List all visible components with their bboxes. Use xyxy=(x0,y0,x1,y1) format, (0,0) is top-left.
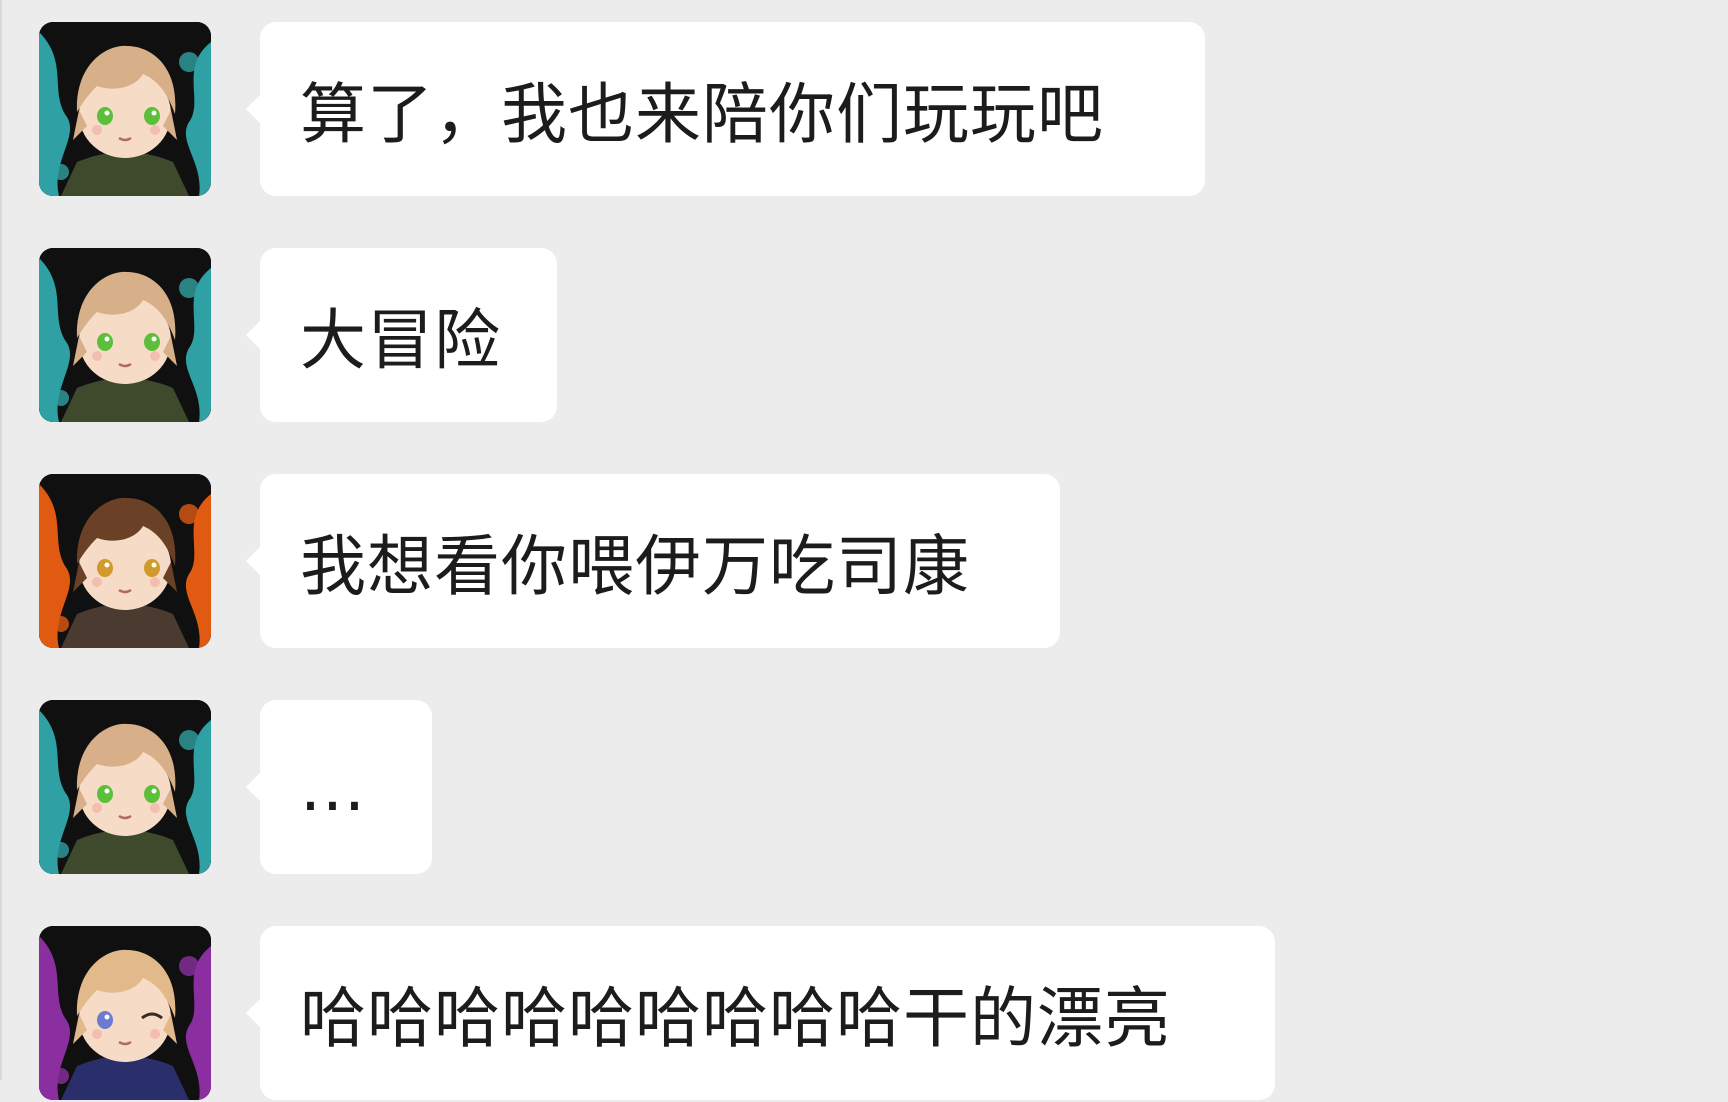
chat-message: 哈哈哈哈哈哈哈哈哈干的漂亮 xyxy=(0,926,1728,1102)
chat-message: ... xyxy=(0,700,1728,876)
chat-message-list[interactable]: 算了，我也来陪你们玩玩吧 大冒险 我想看你喂伊万吃司康 ... 哈哈哈哈哈哈哈哈… xyxy=(0,0,1728,1100)
avatar-green-eyed-character-icon[interactable] xyxy=(39,700,211,874)
message-bubble[interactable]: 哈哈哈哈哈哈哈哈哈干的漂亮 xyxy=(246,926,1275,1100)
avatar-brown-haired-character-icon[interactable] xyxy=(39,474,211,648)
chat-message: 我想看你喂伊万吃司康 xyxy=(0,474,1728,650)
avatar-green-eyed-character-icon[interactable] xyxy=(39,248,211,422)
message-text: ... xyxy=(300,748,366,826)
chat-message: 大冒险 xyxy=(0,248,1728,424)
message-text: 我想看你喂伊万吃司康 xyxy=(300,528,970,605)
message-text: 算了，我也来陪你们玩玩吧 xyxy=(300,76,1104,153)
message-bubble[interactable]: 我想看你喂伊万吃司康 xyxy=(246,474,1060,648)
message-bubble[interactable]: ... xyxy=(246,700,432,874)
message-bubble[interactable]: 算了，我也来陪你们玩玩吧 xyxy=(246,22,1205,196)
avatar-green-eyed-character-icon[interactable] xyxy=(39,22,211,196)
chat-message: 算了，我也来陪你们玩玩吧 xyxy=(0,22,1728,198)
avatar-blonde-winking-character-icon[interactable] xyxy=(39,926,211,1100)
message-bubble[interactable]: 大冒险 xyxy=(246,248,557,422)
message-text: 哈哈哈哈哈哈哈哈哈干的漂亮 xyxy=(300,980,1171,1057)
message-text: 大冒险 xyxy=(300,302,501,379)
